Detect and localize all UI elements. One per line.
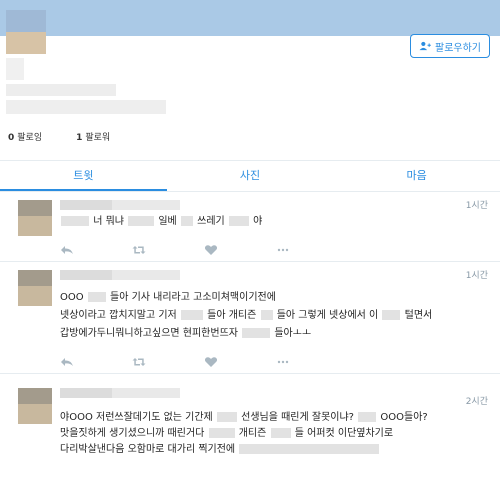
tweet-text-part: 갑방에가두니뭐니하고싶으면 현피한번뜨자 [60,328,238,339]
tweet-actions [60,356,290,368]
more-icon[interactable] [276,244,290,256]
redacted-text [208,428,235,438]
tab-likes[interactable]: 마음 [333,161,500,191]
tweet-item[interactable]: 1시간 OOO 들아 기사 내리라고 고소미쳐맥이기전에 넷상이라고 깝치지말고… [0,262,500,374]
redacted-text [128,216,155,226]
followers-label: 팔로워 [85,133,111,143]
redacted-text [228,216,249,226]
retweet-icon[interactable] [132,244,146,256]
tab-tweets[interactable]: 트윗 [0,161,167,191]
tweet-text-part: 넷상이라고 깝치지말고 기저 [60,310,177,321]
following-stat[interactable]: 0 팔로잉 [8,130,42,143]
reply-icon[interactable] [60,244,74,256]
redacted-text [216,412,237,422]
following-label: 팔로잉 [17,133,43,143]
redacted-text [180,216,193,226]
tweet-text-part: 맛을짓하게 생기셨으니까 때린거다 [60,428,205,439]
tweet-author-name-redacted [60,200,112,210]
tweet-text-part: 들아 개티즌 [207,310,257,321]
profile-avatar[interactable] [6,10,46,54]
redacted-text [239,444,380,454]
tweet-text-part: 너 뭐냐 [93,216,124,227]
tweet-text: 갑방에가두니뭐니하고싶으면 현피한번뜨자 들아ㅗㅗ [60,326,311,341]
profile-banner [0,0,500,36]
tweet-avatar[interactable] [18,200,52,236]
tweet-text: OOO 들아 기사 내리라고 고소미쳐맥이기전에 [60,290,276,305]
retweet-icon[interactable] [132,356,146,368]
tweet-text-part: 들 어퍼컷 이단옆차기로 [294,428,394,439]
more-icon[interactable] [276,356,290,368]
tweet-text: 맛을짓하게 생기셨으니까 때린거다 개티즌 들 어퍼컷 이단옆차기로 [60,426,393,441]
follow-button-label: 팔로우하기 [435,42,481,54]
tweet-avatar[interactable] [18,388,52,424]
redacted-text [358,412,377,422]
profile-handle-redacted [6,84,116,96]
followers-stat[interactable]: 1 팔로워 [76,130,110,143]
tab-photos[interactable]: 사진 [167,161,334,191]
tweet-text: 야OOO 저런쓰잘데기도 없는 기간제 선생님을 때린게 잘못이냐? OOO들아… [60,410,428,425]
tweet-text: 다리박살낸다음 오함마로 대가리 찍기전에 [60,442,380,457]
profile-stats: 0 팔로잉 1 팔로워 [8,130,110,143]
follow-button[interactable]: 팔로우하기 [410,34,490,58]
tweet-avatar[interactable] [18,270,52,306]
tweet-text-part: OOO [60,292,84,303]
redacted-text [260,310,273,320]
tweet-timestamp[interactable]: 1시간 [466,198,488,211]
profile-name-redacted [6,58,24,80]
tweet-actions [60,244,290,256]
profile-header: 팔로우하기 0 팔로잉 1 팔로워 [0,0,500,160]
reply-icon[interactable] [60,356,74,368]
tweet-timestamp[interactable]: 2시간 [466,394,488,407]
tweet-text-part: 들아ㅗㅗ [274,328,312,339]
redacted-text [242,328,271,338]
tweet-text: 넷상이라고 깝치지말고 기저 들아 개티즌 들아 그렇게 넷상에서 이 털면서 [60,308,432,323]
tweet-text-part: OOO들아? [380,412,428,423]
tweet-author-name-redacted [60,388,112,398]
heart-icon[interactable] [204,244,218,256]
tweet-timestamp[interactable]: 1시간 [466,268,488,281]
tweet-item[interactable]: 1시간 너 뭐냐 일베 쓰레기 야 [0,192,500,262]
tweet-item[interactable]: 2시간 야OOO 저런쓰잘데기도 없는 기간제 선생님을 때린게 잘못이냐? O… [0,380,500,486]
profile-bio-redacted [6,100,166,114]
tweet-text-part: 야OOO 저런쓰잘데기도 없는 기간제 [60,412,213,423]
tweet-text-part: 개티즌 [238,428,267,439]
tweet-text-part: 들아 기사 내리라고 고소미쳐맥이기전에 [110,292,276,303]
redacted-text [61,216,89,226]
redacted-text [180,310,203,320]
following-count: 0 [8,133,15,143]
tweet-text-part: 일베 [158,216,177,227]
tweet-text-part: 털면서 [404,310,433,321]
redacted-text [382,310,401,320]
add-user-icon [419,41,431,51]
tweet-author-name-redacted [60,270,112,280]
tweet-text-part: 들아 그렇게 넷상에서 이 [276,310,379,321]
tweet-text-part: 선생님을 때린게 잘못이냐? [241,412,354,423]
tweet-text-part: 쓰레기 [197,216,225,227]
followers-count: 1 [76,133,83,143]
profile-tabs: 트윗 사진 마음 [0,160,500,192]
tweet-text: 너 뭐냐 일베 쓰레기 야 [60,214,262,229]
heart-icon[interactable] [204,356,218,368]
tweet-text-part: 다리박살낸다음 오함마로 대가리 찍기전에 [60,444,236,455]
redacted-text [87,292,106,302]
redacted-text [270,428,291,438]
tweet-text-part: 야 [253,216,263,227]
